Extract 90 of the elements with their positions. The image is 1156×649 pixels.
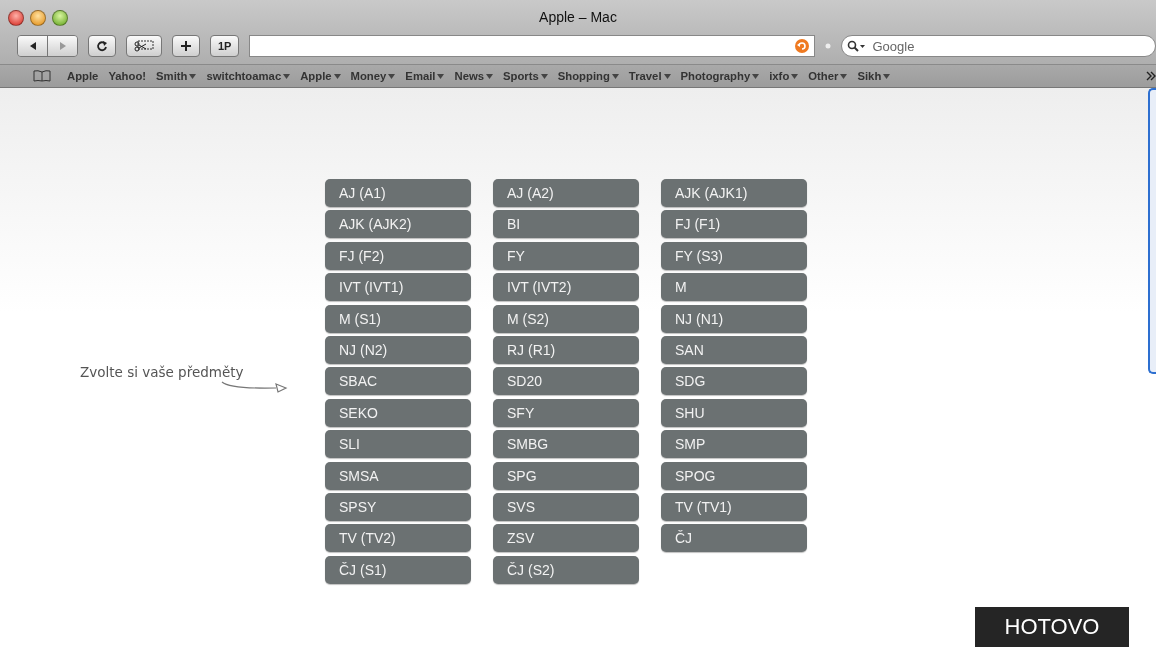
caret-icon <box>437 73 445 79</box>
caret-icon <box>486 73 493 79</box>
bookmark-item[interactable]: Sports <box>498 70 553 82</box>
bookmark-item[interactable]: Money <box>345 70 401 82</box>
caret-icon <box>663 73 671 79</box>
caret-icon <box>611 73 619 79</box>
back-button[interactable] <box>18 36 47 56</box>
password-button[interactable]: 1P <box>210 35 240 57</box>
caret-icon <box>388 73 396 79</box>
bookmark-item[interactable]: Sikh <box>852 70 896 82</box>
caret-icon <box>333 73 341 79</box>
scissors-icon <box>134 40 154 52</box>
chevron-icon[interactable] <box>1146 71 1156 81</box>
resize-handle-icon[interactable] <box>825 43 832 49</box>
subject-button[interactable]: SEKO <box>325 398 471 427</box>
subject-button[interactable]: ČJ (S1) <box>325 555 471 584</box>
subject-button[interactable]: SAN <box>661 335 807 364</box>
zoom-icon[interactable] <box>52 10 68 26</box>
subject-button[interactable]: TV (TV2) <box>325 524 471 553</box>
clip-button[interactable] <box>126 35 162 57</box>
search-field[interactable]: Google <box>841 35 1156 57</box>
prompt-text: Zvolte si vaše předměty <box>80 364 245 380</box>
subject-button[interactable]: ČJ (S2) <box>493 555 639 584</box>
subject-button[interactable]: FJ (F2) <box>325 241 471 270</box>
forward-icon <box>57 41 68 51</box>
window-title: Apple – Mac <box>539 9 617 25</box>
subject-button[interactable]: FJ (F1) <box>661 210 807 239</box>
caret-icon <box>883 73 891 79</box>
address-field[interactable] <box>249 35 816 57</box>
bookmark-item[interactable]: ixfo <box>764 70 804 82</box>
subject-button[interactable]: SFY <box>493 398 639 427</box>
subject-button[interactable]: SPOG <box>661 461 807 490</box>
caret-icon <box>189 73 197 79</box>
subject-button[interactable]: AJ (A2) <box>493 179 639 207</box>
subject-button[interactable]: RJ (R1) <box>493 335 639 364</box>
subject-button[interactable]: NJ (N2) <box>325 335 471 364</box>
minimize-icon[interactable] <box>30 10 46 26</box>
caret-icon <box>840 73 848 79</box>
subject-button[interactable]: SBAC <box>325 367 471 396</box>
add-button[interactable] <box>172 35 200 57</box>
bookmark-item[interactable]: Travel <box>623 70 676 82</box>
caret-icon <box>752 73 760 79</box>
bookmark-item[interactable]: Apple <box>295 70 346 82</box>
reload-button[interactable] <box>88 35 116 57</box>
subject-button[interactable]: ZSV <box>493 524 639 553</box>
subject-button[interactable]: SPG <box>493 461 639 490</box>
subject-button[interactable]: SVS <box>493 492 639 521</box>
bookmark-item[interactable]: Other <box>803 70 853 82</box>
bookmark-item[interactable]: Smith <box>151 70 202 82</box>
bookmark-item[interactable]: News <box>449 70 498 82</box>
subject-button[interactable]: AJ (A1) <box>325 179 471 207</box>
caret-icon <box>540 73 548 79</box>
snapback-icon[interactable] <box>795 39 810 53</box>
subject-button[interactable]: M (S2) <box>493 304 639 333</box>
close-icon[interactable] <box>8 10 24 26</box>
subject-button[interactable]: NJ (N1) <box>661 304 807 333</box>
subject-button[interactable]: SD20 <box>493 367 639 396</box>
subject-button[interactable]: M <box>661 273 807 302</box>
done-button[interactable]: HOTOVO <box>975 607 1129 647</box>
subject-button[interactable]: SMSA <box>325 461 471 490</box>
subject-button[interactable]: AJK (AJK2) <box>325 210 471 239</box>
bookmarks-icon[interactable] <box>32 70 52 82</box>
caret-icon <box>283 73 291 79</box>
bookmark-item[interactable]: Email <box>400 70 450 82</box>
subject-button[interactable]: SMBG <box>493 430 639 459</box>
subject-button[interactable]: AJK (AJK1) <box>661 179 807 207</box>
subject-button[interactable]: TV (TV1) <box>661 492 807 521</box>
scrollbar-thumb[interactable] <box>1148 88 1156 374</box>
subject-button[interactable]: SPSY <box>325 492 471 521</box>
subject-button[interactable]: ČJ <box>661 524 807 553</box>
reload-icon <box>96 40 108 52</box>
subject-button[interactable]: SMP <box>661 430 807 459</box>
subject-button[interactable]: BI <box>493 210 639 239</box>
subject-button[interactable]: M (S1) <box>325 304 471 333</box>
bookmark-item[interactable]: Yahoo! <box>103 70 152 82</box>
subject-button[interactable]: FY <box>493 241 639 270</box>
subject-button[interactable]: SHU <box>661 398 807 427</box>
bookmark-item[interactable]: Shopping <box>552 70 624 82</box>
arrow-icon <box>220 380 290 394</box>
subject-button[interactable]: SLI <box>325 430 471 459</box>
caret-icon <box>791 73 799 79</box>
bookmark-item[interactable]: switchtoamac <box>201 70 296 82</box>
plus-icon <box>180 40 192 52</box>
subject-button[interactable]: SDG <box>661 367 807 396</box>
subject-button[interactable]: IVT (IVT1) <box>325 273 471 302</box>
bookmark-item[interactable]: Apple <box>62 70 104 82</box>
forward-button[interactable] <box>47 36 77 56</box>
subject-button[interactable]: FY (S3) <box>661 241 807 270</box>
subject-button[interactable]: IVT (IVT2) <box>493 273 639 302</box>
bookmark-item[interactable]: Photography <box>675 70 765 82</box>
